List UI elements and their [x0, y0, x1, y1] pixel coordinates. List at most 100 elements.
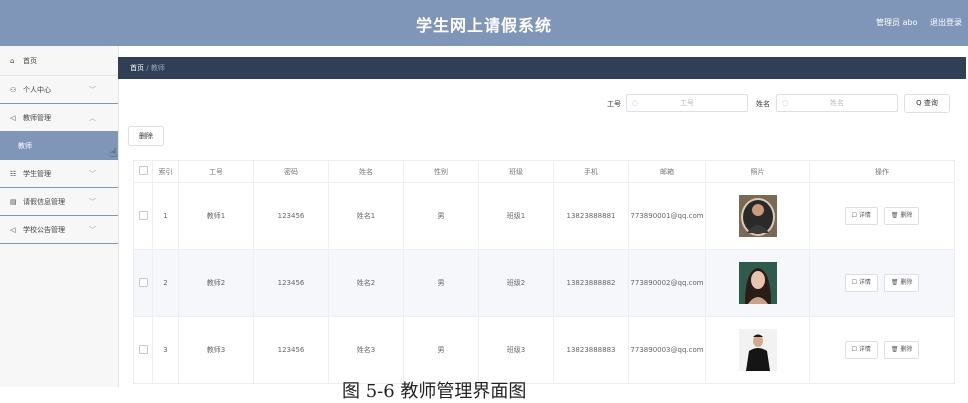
- cell-email: 773890002@qq.com: [628, 249, 706, 317]
- cell-teacher-id: 教师3: [178, 316, 254, 384]
- query-button[interactable]: Q 查询: [904, 94, 950, 113]
- column-header: 姓名: [328, 160, 404, 183]
- sidebar-item-leave-management[interactable]: ▤ 请假信息管理 ﹀: [0, 188, 118, 216]
- delete-button[interactable]: 🗑 删除: [883, 207, 920, 225]
- name-label: 姓名: [756, 100, 770, 108]
- cell-gender: 男: [403, 249, 479, 317]
- chevron-down-icon: ﹀: [89, 226, 96, 234]
- logout-link[interactable]: 退出登录: [930, 18, 962, 27]
- cell-actions: ☐ 详情 🗑 删除: [809, 316, 955, 384]
- breadcrumb: 首页 / 教师: [118, 57, 966, 79]
- column-header: 照片: [705, 160, 810, 183]
- sidebar-item-label: 个人中心: [23, 86, 51, 94]
- select-all-checkbox[interactable]: [138, 166, 148, 175]
- select-all-header[interactable]: [133, 160, 153, 183]
- cell-teacher-id: 教师2: [178, 249, 254, 317]
- chevron-down-icon: ﹀: [89, 86, 96, 94]
- batch-delete-button[interactable]: 删除: [128, 126, 164, 146]
- cell-index: 1: [152, 182, 179, 250]
- send-icon: ◁: [10, 226, 16, 234]
- detail-button[interactable]: ☐ 详情: [844, 207, 878, 225]
- figure-caption: 图 5-6 教师管理界面图: [342, 381, 527, 402]
- cell-class: 班级3: [478, 316, 554, 384]
- hand-cursor-icon: ☝: [110, 146, 118, 160]
- search-icon: ○: [782, 99, 789, 107]
- cell-class: 班级2: [478, 249, 554, 317]
- cell-gender: 男: [403, 182, 479, 250]
- teacher-photo: [738, 329, 777, 371]
- sidebar-item-label: 教师: [18, 142, 32, 150]
- header-user-area: 管理员 abo 退出登录: [866, 17, 962, 28]
- sidebar-item-home[interactable]: ⌂ 首页: [0, 46, 118, 76]
- name-input[interactable]: ○ 姓名: [776, 94, 898, 112]
- cell-email: 773890001@qq.com: [628, 182, 706, 250]
- teacher-id-input[interactable]: ○ 工号: [626, 94, 748, 112]
- cell-name: 姓名3: [328, 316, 404, 384]
- chevron-down-icon: ﹀: [89, 198, 96, 206]
- chevron-up-icon: ︿: [89, 114, 96, 122]
- column-header: 密码: [253, 160, 329, 183]
- row-checkbox[interactable]: [138, 210, 148, 220]
- cell-password: 123456: [253, 316, 329, 384]
- row-checkbox[interactable]: [138, 344, 148, 354]
- cell-phone: 13823888882: [553, 249, 629, 317]
- teacher-id-placeholder: 工号: [680, 99, 694, 107]
- sidebar-item-label: 首页: [23, 57, 37, 65]
- column-header: 操作: [809, 160, 955, 183]
- table-row: 3 教师3 123456 姓名3 男 班级3 13823888883 77389…: [133, 316, 955, 384]
- row-select-cell[interactable]: [133, 316, 153, 384]
- detail-button[interactable]: ☐ 详情: [844, 274, 878, 292]
- cell-actions: ☐ 详情 🗑 删除: [809, 182, 955, 250]
- top-header: 学生网上请假系统 管理员 abo 退出登录: [0, 0, 968, 46]
- cell-photo: [705, 182, 810, 250]
- column-header: 工号: [178, 160, 254, 183]
- sidebar-item-personal-center[interactable]: ⚇ 个人中心 ﹀: [0, 76, 118, 104]
- sidebar-item-student-management[interactable]: ☷ 学生管理 ﹀: [0, 160, 118, 188]
- sidebar-item-teacher-management[interactable]: ◁ 教师管理 ︿: [0, 104, 118, 132]
- sidebar-item-label: 教师管理: [23, 114, 51, 122]
- name-placeholder: 姓名: [830, 99, 844, 107]
- detail-button[interactable]: ☐ 详情: [844, 341, 878, 359]
- teacher-photo: [738, 195, 777, 237]
- cell-password: 123456: [253, 182, 329, 250]
- delete-button[interactable]: 🗑 删除: [883, 274, 920, 292]
- cell-index: 2: [152, 249, 179, 317]
- app-title: 学生网上请假系统: [415, 16, 552, 35]
- row-select-cell[interactable]: [133, 249, 153, 317]
- cell-class: 班级1: [478, 182, 554, 250]
- sidebar: ⌂ 首页 ⚇ 个人中心 ﹀ ◁ 教师管理 ︿ 教师 ☷ 学生管理 ﹀ ▤ 请假信息管理 ﹀…: [0, 46, 119, 387]
- cell-name: 姓名1: [328, 182, 404, 250]
- cell-teacher-id: 教师1: [178, 182, 254, 250]
- home-icon: ⌂: [10, 57, 15, 65]
- sidebar-item-notice-management[interactable]: ◁ 学校公告管理 ﹀: [0, 216, 118, 244]
- row-select-cell[interactable]: [133, 182, 153, 250]
- breadcrumb-home[interactable]: 首页: [130, 64, 144, 72]
- table-header-row: 索引 工号 密码 姓名 性别 班级 手机 邮箱 照片 操作: [133, 160, 955, 183]
- grid-icon: ☷: [10, 170, 17, 178]
- sidebar-item-label: 学校公告管理: [23, 226, 65, 234]
- user-icon: ⚇: [10, 86, 17, 94]
- breadcrumb-current: 教师: [150, 64, 165, 72]
- cell-email: 773890003@qq.com: [628, 316, 706, 384]
- table-row: 1 教师1 123456 姓名1 男 班级1 13823888881 77389…: [133, 182, 955, 250]
- cell-index: 3: [152, 316, 179, 384]
- sidebar-item-label: 请假信息管理: [23, 198, 65, 206]
- column-header: 索引: [152, 160, 179, 183]
- column-header: 邮箱: [628, 160, 706, 183]
- row-checkbox[interactable]: [138, 277, 148, 287]
- teacher-id-label: 工号: [607, 100, 621, 108]
- delete-button[interactable]: 🗑 删除: [883, 341, 920, 359]
- sidebar-item-label: 学生管理: [23, 170, 51, 178]
- trash-icon: ▤: [10, 198, 17, 206]
- cell-phone: 13823888881: [553, 182, 629, 250]
- column-header: 手机: [553, 160, 629, 183]
- column-header: 性别: [403, 160, 479, 183]
- breadcrumb-separator: /: [146, 64, 149, 72]
- sidebar-item-teacher[interactable]: 教师: [0, 132, 118, 160]
- cell-phone: 13823888883: [553, 316, 629, 384]
- cell-actions: ☐ 详情 🗑 删除: [809, 249, 955, 317]
- search-icon: ○: [632, 99, 639, 107]
- column-header: 班级: [478, 160, 554, 183]
- chevron-down-icon: ﹀: [89, 170, 96, 178]
- teacher-table: 索引 工号 密码 姓名 性别 班级 手机 邮箱 照片 操作 1 教师1 1234…: [133, 160, 955, 384]
